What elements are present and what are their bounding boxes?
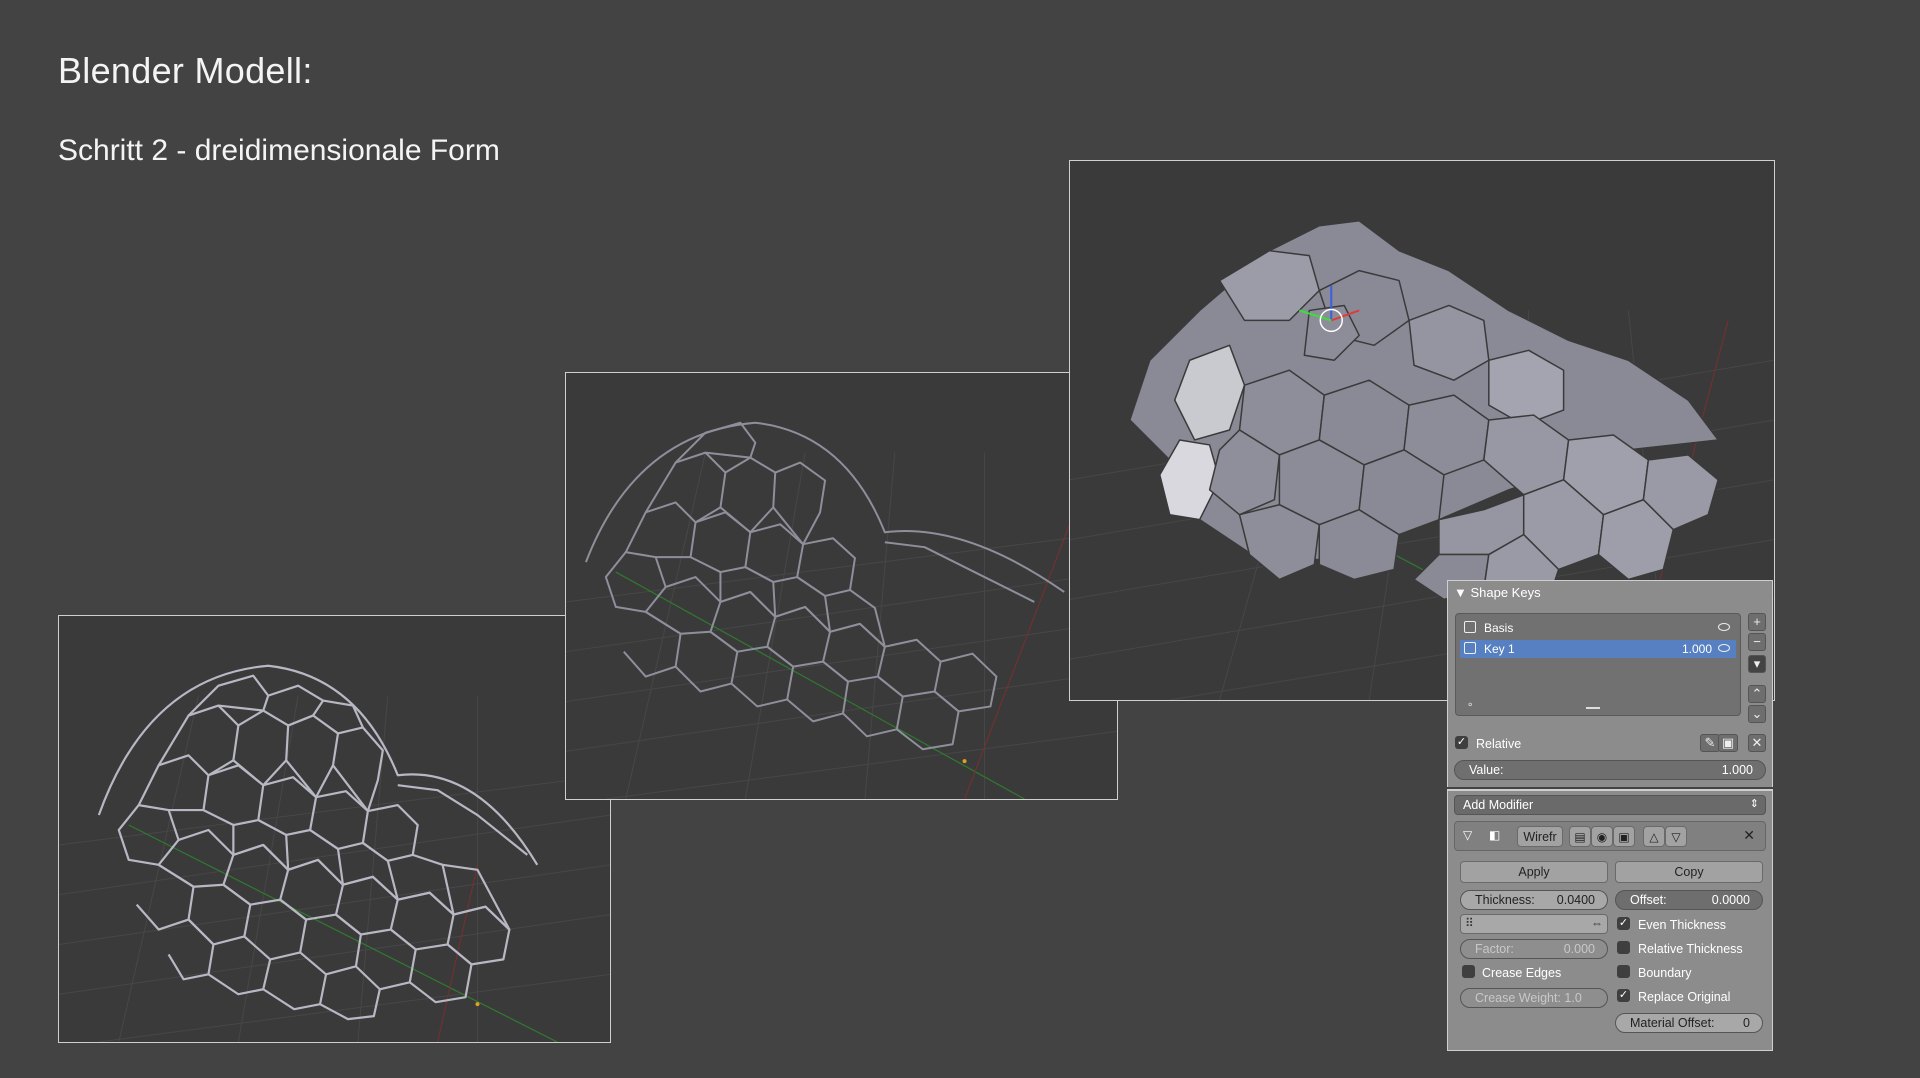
add-shape-key-icon[interactable]: + (1748, 613, 1766, 631)
page-subtitle: Schritt 2 - dreidimensionale Form (58, 134, 500, 167)
thickness-field[interactable]: Thickness: 0.0400 (1460, 890, 1608, 910)
wireframe-mesh-2 (566, 421, 1117, 799)
list-filter-icon[interactable]: ⚬ (1466, 700, 1474, 711)
shape-key-value-field[interactable]: Value: 1.000 (1454, 760, 1766, 780)
shape-keys-list[interactable]: Basis Key 1 1.000 ⚬ (1455, 613, 1741, 716)
modifier-panel: Add Modifier ⇕ ▽ ◧ Wirefr ▤ ◉ ▣ △ ▽ ✕ Ap… (1447, 789, 1773, 1051)
crease-edges-checkbox[interactable] (1462, 965, 1475, 978)
relative-checkbox[interactable]: ✓ (1455, 736, 1468, 749)
move-modifier-up-icon[interactable]: △ (1643, 826, 1665, 847)
move-up-icon[interactable]: ⌃ (1748, 685, 1766, 703)
viewport-toggle-icon[interactable]: ◉ (1591, 826, 1613, 847)
shape-key-item[interactable]: Basis (1460, 619, 1736, 637)
dropdown-arrows-icon: ⇕ (1749, 798, 1759, 810)
shape-keys-header[interactable]: ▼ Shape Keys (1454, 585, 1541, 600)
remove-shape-key-icon[interactable]: − (1748, 633, 1766, 651)
page-title: Blender Modell: (58, 50, 313, 91)
relative-label: Relative (1476, 737, 1522, 751)
shape-key-icon (1464, 621, 1476, 633)
collapse-icon[interactable]: ▽ (1463, 828, 1472, 842)
crease-weight-field[interactable]: Crease Weight: 1.0 (1460, 988, 1608, 1008)
viewport-wireframe-2[interactable] (565, 372, 1118, 800)
even-thickness-checkbox[interactable]: ✓ (1617, 917, 1630, 930)
wireframe-modifier-icon: ◧ (1489, 828, 1501, 842)
even-thickness-label: Even Thickness (1638, 918, 1727, 932)
modifier-name-field[interactable]: Wirefr (1517, 826, 1563, 847)
editmode-toggle-icon[interactable]: ▣ (1613, 826, 1635, 847)
clear-icon[interactable]: ✕ (1748, 734, 1766, 752)
remove-modifier-icon[interactable]: ✕ (1743, 827, 1755, 844)
add-modifier-dropdown[interactable]: Add Modifier ⇕ (1454, 795, 1766, 815)
move-modifier-down-icon[interactable]: ▽ (1665, 826, 1687, 847)
viewport-wireframe-1[interactable] (58, 615, 611, 1043)
eye-icon[interactable] (1718, 644, 1730, 652)
list-resize-handle[interactable] (1586, 707, 1600, 709)
invert-icon[interactable]: ⇔ (1591, 916, 1603, 930)
pin-icon[interactable]: ✎ (1700, 734, 1720, 752)
wireframe-mesh-1 (59, 664, 610, 1042)
relative-thickness-label: Relative Thickness (1638, 942, 1743, 956)
solid-hex-cells (1129, 220, 1719, 606)
crease-edges-label: Crease Edges (1482, 966, 1562, 980)
edit-mode-icon[interactable]: ▣ (1718, 734, 1738, 752)
shape-keys-panel: ▼ Shape Keys Basis Key 1 1.000 ⚬ + − ▾ ⌃… (1447, 580, 1773, 787)
move-down-icon[interactable]: ⌄ (1748, 705, 1766, 723)
replace-original-label: Replace Original (1638, 990, 1731, 1004)
shape-key-icon (1464, 642, 1476, 654)
hex-wire-group-2 (584, 421, 1065, 751)
apply-button[interactable]: Apply (1460, 861, 1608, 883)
boundary-label: Boundary (1638, 966, 1692, 980)
boundary-checkbox[interactable] (1617, 965, 1630, 978)
vertex-group-field[interactable]: ⠿ ⇔ (1460, 914, 1608, 934)
specials-menu-icon[interactable]: ▾ (1748, 655, 1766, 673)
replace-original-checkbox[interactable]: ✓ (1617, 989, 1630, 1002)
render-toggle-icon[interactable]: ▤ (1569, 826, 1591, 847)
modifier-header: ▽ ◧ Wirefr ▤ ◉ ▣ △ ▽ ✕ (1454, 821, 1766, 851)
material-offset-field[interactable]: Material Offset: 0 (1615, 1013, 1763, 1033)
shape-key-item-selected[interactable]: Key 1 1.000 (1460, 640, 1736, 658)
copy-button[interactable]: Copy (1615, 861, 1763, 883)
eye-icon[interactable] (1718, 623, 1730, 631)
factor-field[interactable]: Factor: 0.000 (1460, 939, 1608, 959)
offset-field[interactable]: Offset: 0.0000 (1615, 890, 1763, 910)
vertex-group-icon: ⠿ (1465, 916, 1474, 930)
relative-thickness-checkbox[interactable] (1617, 941, 1630, 954)
